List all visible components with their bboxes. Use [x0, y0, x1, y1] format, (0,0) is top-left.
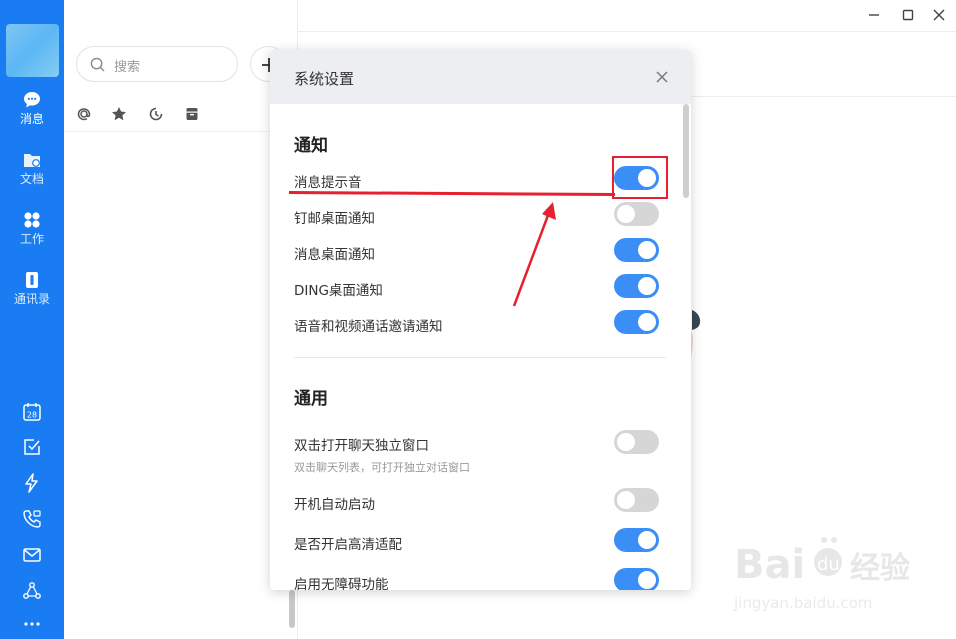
svg-text:du: du	[817, 554, 840, 575]
section-divider	[294, 357, 666, 358]
dialog-header: 系统设置	[270, 50, 691, 104]
left-sidebar: 消息 文档 工作 通讯录 28	[0, 0, 64, 639]
grid-icon	[24, 212, 40, 228]
toggle-knob	[638, 571, 656, 589]
nav-work[interactable]: 工作	[0, 210, 64, 260]
dialog-title: 系统设置	[294, 70, 355, 88]
minimize-icon[interactable]	[864, 6, 884, 24]
nav-contacts-label: 通讯录	[13, 292, 50, 306]
toggle-accessibility[interactable]	[614, 568, 659, 590]
toggle-auto-start[interactable]	[614, 488, 659, 512]
setting-label-hd-adapt: 是否开启高清适配	[294, 537, 402, 553]
contacts-icon	[26, 272, 38, 288]
setting-label-message-sound: 消息提示音	[294, 175, 362, 191]
annotation-highlight-box	[612, 156, 668, 199]
avatar[interactable]	[6, 24, 59, 77]
dialog-scrollbar-thumb[interactable]	[683, 104, 689, 198]
search-icon	[90, 57, 105, 72]
section-title-general: 通用	[294, 389, 328, 409]
network-icon[interactable]	[22, 581, 42, 601]
todo-check-icon[interactable]	[22, 437, 42, 457]
toggle-call-invite-notify[interactable]	[614, 310, 659, 334]
setting-label-message-notify: 消息桌面通知	[294, 247, 375, 263]
nav-messages[interactable]: 消息	[0, 90, 64, 140]
setting-label-ding-notify: DING桌面通知	[294, 283, 383, 299]
toggle-double-click-window[interactable]	[614, 430, 659, 454]
nav-messages-label: 消息	[19, 112, 44, 126]
toggle-knob	[617, 491, 635, 509]
section-title-notifications: 通知	[294, 136, 328, 156]
lightning-icon[interactable]	[22, 473, 42, 493]
background-illustration	[690, 310, 701, 360]
folder-icon	[24, 154, 40, 167]
setting-label-mail-notify: 钉邮桌面通知	[294, 211, 375, 227]
chat-bubble-icon	[24, 92, 40, 108]
svg-text:Bai: Bai	[734, 542, 805, 588]
nav-docs[interactable]: 文档	[0, 150, 64, 200]
toggle-knob	[638, 531, 656, 549]
toggle-knob	[638, 313, 656, 331]
titlebar-divider	[298, 31, 956, 32]
nav-work-label: 工作	[19, 232, 44, 246]
toggle-knob	[617, 205, 635, 223]
calendar-day: 28	[27, 411, 37, 420]
close-icon[interactable]	[654, 69, 670, 85]
nav-contacts[interactable]: 通讯录	[0, 270, 64, 320]
setting-label-call-invite-notify: 语音和视频通话邀请通知	[294, 319, 443, 335]
archive-icon[interactable]	[184, 106, 200, 122]
baidu-logo: Bai du 经验	[734, 537, 910, 588]
baidu-watermark: Bai du 经验 jingyan.baidu.com	[726, 530, 926, 620]
search-box[interactable]: 搜索	[76, 46, 238, 82]
toggle-knob	[617, 433, 635, 451]
svg-text:经验: 经验	[850, 551, 910, 586]
content-header-divider	[690, 96, 956, 97]
star-icon[interactable]	[111, 106, 127, 122]
toggle-knob	[638, 241, 656, 259]
filter-row	[64, 98, 298, 132]
toggle-ding-notify[interactable]	[614, 274, 659, 298]
toggle-knob	[638, 277, 656, 295]
toggle-mail-notify[interactable]	[614, 202, 659, 226]
at-icon[interactable]	[76, 106, 92, 122]
toggle-message-notify[interactable]	[614, 238, 659, 262]
watermark-url: jingyan.baidu.com	[734, 594, 873, 612]
close-window-icon[interactable]	[929, 6, 949, 24]
mail-icon[interactable]	[22, 545, 42, 565]
search-placeholder: 搜索	[114, 60, 141, 75]
more-icon[interactable]	[22, 614, 42, 634]
clock-icon[interactable]	[148, 106, 164, 122]
chat-list-scrollbar[interactable]	[289, 590, 295, 628]
phone-icon[interactable]	[22, 509, 42, 529]
toggle-hd-adapt[interactable]	[614, 528, 659, 552]
setting-label-accessibility: 启用无障碍功能	[294, 577, 389, 590]
setting-label-double-click-window: 双击打开聊天独立窗口	[294, 438, 429, 454]
setting-label-auto-start: 开机自动启动	[294, 497, 375, 513]
nav-docs-label: 文档	[19, 172, 44, 186]
calendar-icon[interactable]: 28	[22, 402, 42, 422]
maximize-icon[interactable]	[898, 6, 918, 24]
system-settings-dialog: 系统设置 通知 消息提示音 钉邮桌面通知 消息桌面通知 DING桌面通知 语音和…	[270, 50, 691, 590]
chat-list-panel: 搜索	[64, 0, 298, 639]
dialog-scrollbar-track	[682, 104, 691, 590]
setting-sublabel-double-click-window: 双击聊天列表，可打开独立对话窗口	[294, 461, 470, 474]
annotation-arrow	[512, 202, 556, 307]
